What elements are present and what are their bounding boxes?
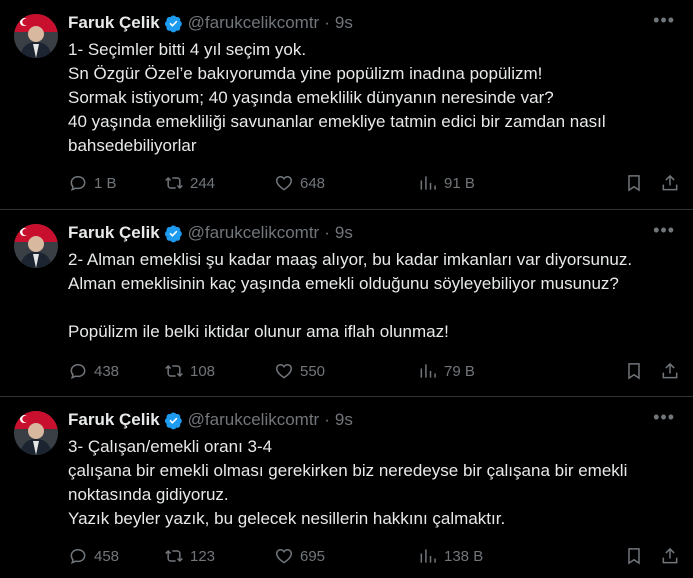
tweet-actions: 1 B 244 648 91 B — [68, 172, 678, 194]
share-icon — [662, 547, 678, 564]
reply-button[interactable]: 1 B — [68, 173, 117, 193]
avatar[interactable] — [14, 224, 58, 268]
bookmark-icon — [628, 363, 640, 380]
tweet-text: 3- Çalışan/emekli oranı 3-4 çalışana bir… — [68, 437, 628, 528]
repost-icon — [165, 176, 183, 190]
views-button[interactable]: 79 B — [418, 361, 475, 381]
author-name[interactable]: Faruk Çelik — [68, 223, 160, 243]
share-button[interactable] — [660, 546, 680, 566]
view-count: 79 B — [444, 362, 475, 380]
tweet-header: Faruk Çelik @farukcelikcomtr · 9s — [68, 222, 673, 244]
heart-icon — [275, 175, 293, 191]
repost-button[interactable]: 108 — [164, 361, 215, 381]
views-button[interactable]: 91 B — [418, 173, 475, 193]
timestamp[interactable]: 9s — [335, 223, 353, 243]
reply-count: 458 — [94, 547, 120, 565]
separator: · — [324, 223, 330, 242]
verified-badge-icon — [164, 411, 182, 429]
like-button[interactable]: 695 — [274, 546, 325, 566]
repost-button[interactable]: 123 — [164, 546, 215, 566]
share-icon — [662, 174, 678, 191]
views-chart-icon — [420, 549, 436, 563]
separator: · — [324, 13, 330, 32]
tweet[interactable]: Faruk Çelik @farukcelikcomtr · 9s ••• 3-… — [0, 396, 693, 578]
tweet-header: Faruk Çelik @farukcelikcomtr · 9s — [68, 409, 673, 431]
reply-count: 1 B — [94, 174, 117, 192]
tweet-header: Faruk Çelik @farukcelikcomtr · 9s — [68, 12, 673, 34]
like-button[interactable]: 550 — [274, 361, 325, 381]
author-handle[interactable]: @farukcelikcomtr — [188, 410, 320, 430]
avatar[interactable] — [14, 14, 58, 58]
separator: · — [324, 410, 330, 429]
repost-count: 244 — [190, 174, 216, 192]
tweet[interactable]: Faruk Çelik @farukcelikcomtr · 9s ••• 2-… — [0, 209, 693, 396]
reply-button[interactable]: 438 — [68, 361, 119, 381]
views-button[interactable]: 138 B — [418, 546, 483, 566]
timestamp[interactable]: 9s — [335, 13, 353, 33]
author-name[interactable]: Faruk Çelik — [68, 13, 160, 33]
repost-icon — [165, 549, 183, 563]
reply-count: 438 — [94, 362, 120, 380]
reply-button[interactable]: 458 — [68, 546, 119, 566]
view-count: 91 B — [444, 174, 475, 192]
author-handle[interactable]: @farukcelikcomtr — [188, 223, 320, 243]
repost-count: 123 — [190, 547, 216, 565]
like-count: 648 — [300, 174, 326, 192]
reply-icon — [70, 548, 86, 565]
verified-badge-icon — [164, 14, 182, 32]
tweet-text: 2- Alman emeklisi şu kadar maaş alıyor, … — [68, 250, 633, 341]
share-button[interactable] — [660, 173, 680, 193]
repost-count: 108 — [190, 362, 216, 380]
bookmark-button[interactable] — [624, 173, 644, 193]
more-dots-icon[interactable]: ••• — [653, 10, 675, 31]
bookmark-button[interactable] — [624, 361, 644, 381]
tweet[interactable]: Faruk Çelik @farukcelikcomtr · 9s ••• 1-… — [0, 0, 693, 209]
bookmark-button[interactable] — [624, 546, 644, 566]
author-handle[interactable]: @farukcelikcomtr — [188, 13, 320, 33]
author-name[interactable]: Faruk Çelik — [68, 410, 160, 430]
tweet-actions: 438 108 550 79 B — [68, 360, 678, 382]
timestamp[interactable]: 9s — [335, 410, 353, 430]
reply-icon — [70, 175, 86, 192]
repost-button[interactable]: 244 — [164, 173, 215, 193]
repost-icon — [165, 364, 183, 378]
bookmark-icon — [628, 548, 640, 565]
share-icon — [662, 362, 678, 379]
more-dots-icon[interactable]: ••• — [653, 220, 675, 241]
view-count: 138 B — [444, 547, 484, 565]
like-button[interactable]: 648 — [274, 173, 325, 193]
more-dots-icon[interactable]: ••• — [653, 407, 675, 428]
views-chart-icon — [420, 176, 436, 190]
reply-icon — [70, 363, 86, 380]
avatar[interactable] — [14, 411, 58, 455]
verified-badge-icon — [164, 224, 182, 242]
views-chart-icon — [420, 364, 436, 378]
tweet-actions: 458 123 695 138 B — [68, 545, 678, 567]
like-count: 550 — [300, 362, 326, 380]
tweet-text: 1- Seçimler bitti 4 yıl seçim yok. Sn Öz… — [68, 40, 606, 155]
heart-icon — [275, 363, 293, 379]
like-count: 695 — [300, 547, 326, 565]
share-button[interactable] — [660, 361, 680, 381]
tweet-feed: Faruk Çelik @farukcelikcomtr · 9s ••• 1-… — [0, 0, 693, 578]
heart-icon — [275, 548, 293, 564]
bookmark-icon — [628, 175, 640, 192]
